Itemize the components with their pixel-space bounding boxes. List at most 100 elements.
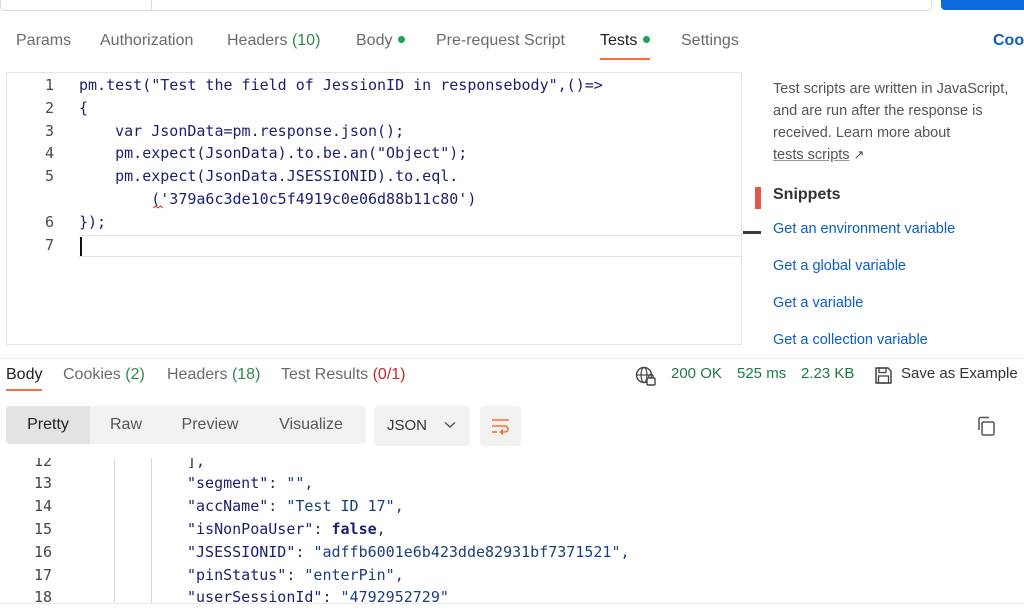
save-as-example-button[interactable]: Save as Example (901, 365, 1018, 382)
external-link-icon: ↗ (853, 147, 865, 162)
tab-label: Cookies (63, 366, 121, 383)
tab-settings[interactable]: Settings (681, 28, 739, 60)
status-bar (0, 603, 1024, 615)
editor-scrollbar[interactable] (741, 72, 761, 345)
line-number: 1 (44, 76, 54, 94)
tab-pre-request-script[interactable]: Pre-request Script (436, 28, 565, 60)
tab-label: Body (6, 366, 43, 383)
json-line: "segment": "", (187, 474, 314, 492)
code-line: ('379a6c3de10c5f4919c0e06d88b11c80') (79, 190, 477, 208)
json-value: "Test ID 17", (286, 497, 404, 515)
json-value: false (331, 520, 377, 538)
snippets-panel: Test scripts are written in JavaScript, … (773, 78, 1024, 345)
tab-params[interactable]: Params (16, 28, 71, 60)
url-input[interactable] (0, 0, 932, 11)
view-mode-selector: Pretty Raw Preview Visualize (6, 406, 366, 444)
status-code[interactable]: 200 OK (671, 365, 722, 382)
json-line: "accName": "Test ID 17", (187, 497, 404, 515)
line-number: 12 (33, 458, 52, 470)
send-button[interactable] (941, 0, 1024, 10)
response-tab-body[interactable]: Body (6, 366, 43, 391)
tab-label: Test Results (281, 366, 369, 383)
view-raw-button[interactable]: Raw (90, 406, 162, 444)
line-number: 5 (44, 167, 54, 185)
tab-count: (2) (125, 366, 145, 383)
copy-button[interactable] (974, 414, 998, 438)
line-number: 7 (44, 236, 54, 254)
test-script-editor[interactable]: 1 2 3 4 5 6 7 pm.test("Test the field of… (6, 72, 761, 345)
line-number: 14 (33, 497, 52, 515)
response-tab-headers[interactable]: Headers (18) (167, 366, 260, 384)
response-tab-cookies[interactable]: Cookies (2) (63, 366, 145, 384)
indent-guide (151, 458, 152, 603)
tab-label: Headers (167, 366, 228, 383)
request-tabs: Params Authorization Headers (10) Body P… (0, 28, 1024, 62)
tab-authorization[interactable]: Authorization (100, 28, 193, 60)
editor-code: pm.test("Test the field of JessionID in … (79, 73, 743, 344)
editor-gutter: 1 2 3 4 5 6 7 (7, 73, 69, 344)
tab-label: Authorization (100, 32, 194, 49)
code-line: var JsonData=pm.response.json(); (79, 122, 405, 140)
json-bracket: ], (187, 458, 206, 470)
json-line: "userSessionId": "4792952729" (187, 588, 449, 603)
view-pretty-button[interactable]: Pretty (6, 406, 90, 444)
tests-scripts-link[interactable]: tests scripts (773, 147, 850, 163)
json-value: "adffb6001e6b423dde82931bf7371521", (313, 543, 630, 561)
chevron-down-icon (444, 421, 456, 429)
tab-count: (10) (291, 32, 321, 49)
current-line-highlight (79, 235, 745, 257)
code-line: pm.expect(JsonData).to.be.an("Object"); (79, 144, 468, 162)
code-line: pm.test("Test the field of JessionID in … (79, 76, 603, 94)
tab-count: (0/1) (372, 366, 406, 383)
line-number: 4 (44, 144, 54, 162)
response-body[interactable]: 12 13 14 15 16 17 18 ], "segment": "", "… (0, 458, 1024, 603)
json-line: ], (187, 458, 205, 470)
response-tabs: Body Cookies (2) Headers (18) Test Resul… (0, 358, 1024, 391)
json-line: "pinStatus": "enterPin", (187, 566, 404, 584)
response-tab-test-results[interactable]: Test Results (0/1) (281, 366, 406, 384)
snippet-get-environment-variable[interactable]: Get an environment variable (773, 221, 955, 237)
tab-headers[interactable]: Headers (10) (227, 28, 320, 60)
json-value: "4792952729" (340, 588, 449, 603)
cursor-marker (743, 231, 761, 234)
code-line: }); (79, 213, 107, 231)
method-separator (151, 0, 152, 10)
save-icon[interactable] (874, 366, 893, 385)
tab-tests[interactable]: Tests (600, 28, 651, 60)
tab-label: Tests (600, 32, 638, 49)
line-number: 6 (44, 213, 54, 231)
view-preview-button[interactable]: Preview (162, 406, 258, 444)
tab-label: Pre-request Script (436, 32, 565, 49)
json-line: "JSESSIONID": "adffb6001e6b423dde82931bf… (187, 543, 630, 561)
wrap-lines-button[interactable] (480, 406, 521, 446)
snippet-get-collection-variable[interactable]: Get a collection variable (773, 332, 928, 345)
snippet-get-variable[interactable]: Get a variable (773, 295, 863, 311)
snippets-title: Snippets (773, 186, 841, 203)
modified-dot-icon (643, 36, 651, 43)
text-caret (80, 237, 82, 256)
cookies-link[interactable]: Cook (993, 28, 1024, 54)
code-line: { (79, 99, 89, 117)
line-number: 16 (33, 543, 52, 561)
line-number: 3 (44, 122, 54, 140)
snippet-get-global-variable[interactable]: Get a global variable (773, 258, 906, 274)
line-number: 15 (33, 520, 52, 538)
copy-icon (978, 416, 995, 436)
json-value: "enterPin", (304, 566, 404, 584)
response-time[interactable]: 525 ms (737, 365, 786, 382)
line-number: 2 (44, 99, 54, 117)
wrap-lines-icon (492, 419, 509, 436)
view-visualize-button[interactable]: Visualize (258, 406, 364, 444)
tests-description: Test scripts are written in JavaScript, … (773, 81, 1009, 141)
tab-body[interactable]: Body (356, 28, 406, 60)
indent-guide (114, 458, 115, 603)
format-select[interactable]: JSON (374, 406, 470, 446)
json-key: "segment" (187, 474, 269, 492)
url-bar-area (0, 0, 1024, 14)
globe-lock-icon[interactable] (635, 365, 657, 387)
json-value: "", (286, 474, 314, 492)
format-select-value: JSON (387, 417, 428, 434)
response-size[interactable]: 2.23 KB (801, 365, 854, 382)
tab-label: Params (16, 32, 72, 49)
json-key: "userSessionId" (187, 588, 323, 603)
